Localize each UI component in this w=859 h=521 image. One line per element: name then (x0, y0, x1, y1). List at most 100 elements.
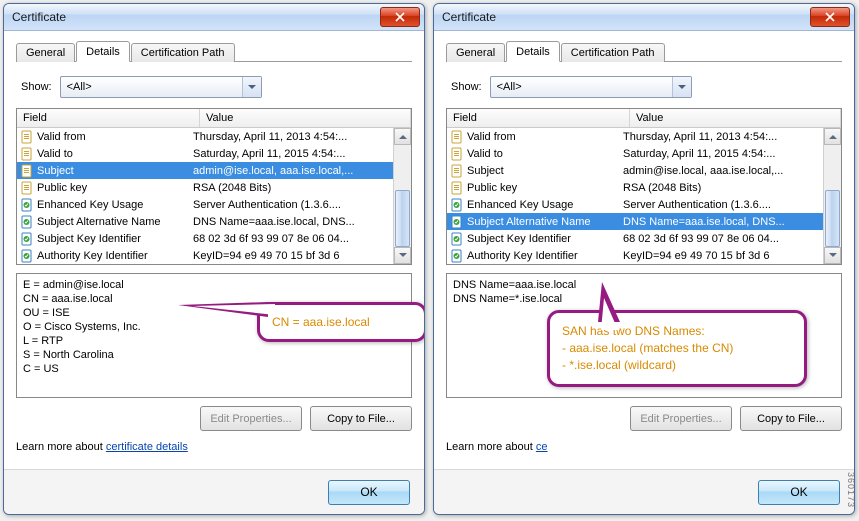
col-field[interactable]: Field (17, 109, 200, 127)
list-row[interactable]: Enhanced Key UsageServer Authentication … (447, 196, 841, 213)
close-button[interactable] (380, 7, 420, 27)
list-row[interactable]: Valid fromThursday, April 11, 2013 4:54:… (447, 128, 841, 145)
show-label: Show: (21, 81, 52, 93)
scroll-thumb[interactable] (395, 190, 410, 247)
learn-more: Learn more about certificate details (16, 441, 412, 453)
titlebar: Certificate (434, 4, 854, 31)
tab-certpath[interactable]: Certification Path (131, 43, 235, 62)
row-value: admin@ise.local, aaa.ise.local,... (619, 165, 841, 177)
list-row[interactable]: Enhanced Key UsageServer Authentication … (17, 196, 411, 213)
window-title: Certificate (442, 10, 810, 24)
list-row[interactable]: Valid fromThursday, April 11, 2013 4:54:… (17, 128, 411, 145)
copy-to-file-button[interactable]: Copy to File... (740, 406, 842, 431)
row-field: Subject (467, 165, 619, 177)
list-row[interactable]: Valid toSaturday, April 11, 2015 4:54:..… (447, 145, 841, 162)
row-field: Authority Key Identifier (467, 250, 619, 262)
scroll-thumb[interactable] (825, 190, 840, 247)
image-id: 360173 (846, 472, 855, 508)
row-field: Authority Key Identifier (37, 250, 189, 262)
annotation-callout: SAN has two DNS Names: - aaa.ise.local (… (547, 310, 807, 387)
row-field: Valid from (37, 131, 189, 143)
extension-icon (19, 214, 35, 230)
edit-properties-button: Edit Properties... (200, 406, 302, 431)
list-row[interactable]: Authority Key IdentifierKeyID=94 e9 49 7… (17, 247, 411, 264)
row-value: RSA (2048 Bits) (619, 182, 841, 194)
copy-to-file-button[interactable]: Copy to File... (310, 406, 412, 431)
field-list: FieldValue Valid fromThursday, April 11,… (446, 108, 842, 265)
row-field: Subject Key Identifier (467, 233, 619, 245)
row-field: Enhanced Key Usage (37, 199, 189, 211)
row-value: Server Authentication (1.3.6.... (619, 199, 841, 211)
window-title: Certificate (12, 10, 380, 24)
ok-button[interactable]: OK (758, 480, 840, 505)
chevron-down-icon[interactable] (242, 77, 261, 97)
row-value: 68 02 3d 6f 93 99 07 8e 06 04... (619, 233, 841, 245)
list-row[interactable]: Authority Key IdentifierKeyID=94 e9 49 7… (447, 247, 841, 264)
row-value: Server Authentication (1.3.6.... (189, 199, 411, 211)
col-value[interactable]: Value (200, 109, 411, 127)
scroll-up-icon[interactable] (824, 128, 841, 145)
row-value: admin@ise.local, aaa.ise.local,... (189, 165, 411, 177)
document-icon (19, 146, 35, 162)
list-row[interactable]: Subject Key Identifier68 02 3d 6f 93 99 … (447, 230, 841, 247)
row-value: DNS Name=aaa.ise.local, DNS... (189, 216, 411, 228)
document-icon (449, 129, 465, 145)
tab-details[interactable]: Details (506, 41, 560, 62)
row-value: 68 02 3d 6f 93 99 07 8e 06 04... (189, 233, 411, 245)
row-field: Subject (37, 165, 189, 177)
document-icon (19, 180, 35, 196)
ok-button[interactable]: OK (328, 480, 410, 505)
detail-text: E = admin@ise.local CN = aaa.ise.local O… (16, 273, 412, 398)
scroll-down-icon[interactable] (824, 247, 841, 264)
show-combo[interactable]: <All> (60, 76, 262, 98)
learn-more-link[interactable]: ce (536, 441, 548, 453)
chevron-down-icon[interactable] (672, 77, 691, 97)
row-value: Saturday, April 11, 2015 4:54:... (619, 148, 841, 160)
show-combo[interactable]: <All> (490, 76, 692, 98)
list-row[interactable]: Public keyRSA (2048 Bits) (17, 179, 411, 196)
document-icon (449, 163, 465, 179)
extension-icon (449, 214, 465, 230)
learn-more: Learn more about ce (446, 441, 842, 453)
col-value[interactable]: Value (630, 109, 841, 127)
tab-general[interactable]: General (16, 43, 75, 62)
detail-text: DNS Name=aaa.ise.local DNS Name=*.ise.lo… (446, 273, 842, 398)
annotation-callout: CN = aaa.ise.local (257, 302, 425, 342)
row-field: Valid to (37, 148, 189, 160)
row-field: Enhanced Key Usage (467, 199, 619, 211)
list-row[interactable]: Subjectadmin@ise.local, aaa.ise.local,..… (447, 162, 841, 179)
extension-icon (19, 197, 35, 213)
tab-certpath[interactable]: Certification Path (561, 43, 665, 62)
list-row[interactable]: Subjectadmin@ise.local, aaa.ise.local,..… (17, 162, 411, 179)
tab-details[interactable]: Details (76, 41, 130, 62)
extension-icon (19, 231, 35, 247)
extension-icon (449, 197, 465, 213)
certificate-dialog-left: Certificate General Details Certificatio… (3, 3, 425, 515)
list-row[interactable]: Public keyRSA (2048 Bits) (447, 179, 841, 196)
row-field: Public key (467, 182, 619, 194)
scrollbar[interactable] (393, 128, 411, 264)
list-row[interactable]: Subject Alternative NameDNS Name=aaa.ise… (17, 213, 411, 230)
extension-icon (449, 248, 465, 264)
tab-general[interactable]: General (446, 43, 505, 62)
row-value: DNS Name=aaa.ise.local, DNS... (619, 216, 841, 228)
list-row[interactable]: Valid toSaturday, April 11, 2015 4:54:..… (17, 145, 411, 162)
list-row[interactable]: Subject Alternative NameDNS Name=aaa.ise… (447, 213, 841, 230)
extension-icon (19, 248, 35, 264)
list-row[interactable]: Subject Key Identifier68 02 3d 6f 93 99 … (17, 230, 411, 247)
close-button[interactable] (810, 7, 850, 27)
learn-more-link[interactable]: certificate details (106, 441, 188, 453)
document-icon (449, 146, 465, 162)
row-field: Valid from (467, 131, 619, 143)
scrollbar[interactable] (823, 128, 841, 264)
scroll-up-icon[interactable] (394, 128, 411, 145)
col-field[interactable]: Field (447, 109, 630, 127)
scroll-down-icon[interactable] (394, 247, 411, 264)
document-icon (19, 129, 35, 145)
show-label: Show: (451, 81, 482, 93)
row-value: Thursday, April 11, 2013 4:54:... (189, 131, 411, 143)
document-icon (449, 180, 465, 196)
row-value: RSA (2048 Bits) (189, 182, 411, 194)
row-value: Saturday, April 11, 2015 4:54:... (189, 148, 411, 160)
extension-icon (449, 231, 465, 247)
